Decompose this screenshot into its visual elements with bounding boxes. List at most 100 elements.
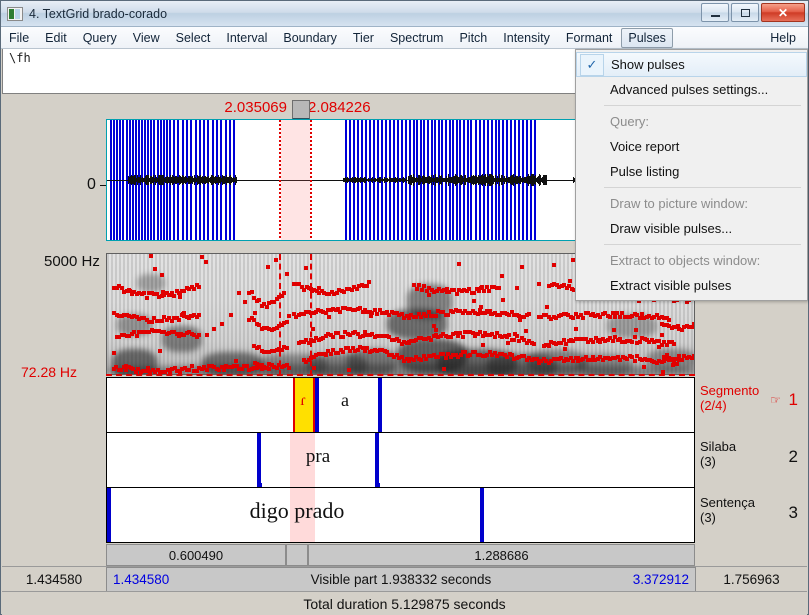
formant-dot — [375, 312, 379, 316]
formant-dot — [304, 266, 308, 270]
menu-select[interactable]: Select — [169, 28, 218, 48]
menu-view[interactable]: View — [126, 28, 167, 48]
formant-dot — [434, 314, 438, 318]
close-button[interactable]: ✕ — [761, 3, 805, 22]
tier-number-1[interactable]: 1 — [789, 390, 798, 410]
pointing-hand-icon: ☞ — [770, 393, 781, 407]
formant-dot — [182, 311, 186, 315]
tier-number-3[interactable]: 3 — [789, 503, 798, 523]
menu-pitch[interactable]: Pitch — [452, 28, 494, 48]
formant-dot — [178, 293, 182, 297]
tier-name-3-count: (3) — [700, 510, 716, 525]
pulse-line — [113, 120, 116, 240]
cursor-line-end — [310, 120, 312, 240]
tier-2-interval-label-1[interactable]: pra — [306, 446, 330, 468]
formant-dot — [287, 314, 291, 318]
menu-item-pulse-listing[interactable]: Pulse listing — [576, 159, 807, 184]
menu-formant[interactable]: Formant — [559, 28, 620, 48]
cursor-end-time[interactable]: 2.084226 — [308, 99, 371, 116]
tier-3-interval-label-1[interactable]: digo prado — [250, 498, 345, 524]
spectrogram-min-freq-label: 72.28 Hz — [21, 364, 78, 380]
tier-2-boundary-2[interactable] — [375, 433, 379, 487]
tier-1-boundary-2[interactable] — [378, 378, 382, 432]
tier-2-boundary-1[interactable] — [257, 433, 261, 487]
formant-dot — [457, 262, 461, 266]
duration-right[interactable]: 1.288686 — [308, 544, 695, 566]
formant-dot — [224, 364, 228, 368]
formant-dot — [124, 364, 128, 368]
formant-dot — [537, 282, 541, 286]
menu-item-query: Query: — [576, 109, 807, 134]
restore-button[interactable] — [731, 3, 759, 22]
minimize-button[interactable] — [701, 3, 729, 22]
menu-item-show-pulses[interactable]: ✓ Show pulses — [576, 52, 807, 77]
tier-1-interval-label-1[interactable]: ɾ — [300, 392, 305, 410]
formant-dot — [500, 274, 504, 278]
tier-1-interval-label-2[interactable]: a — [341, 390, 349, 411]
menu-item-advanced-pulses-settings[interactable]: Advanced pulses settings... — [576, 77, 807, 102]
menu-edit[interactable]: Edit — [38, 28, 74, 48]
tier-1-boundary-1[interactable] — [315, 378, 319, 432]
cursor-start-time[interactable]: 2.035069 — [224, 99, 287, 116]
formant-dot — [667, 318, 671, 322]
visible-part-cell[interactable]: 1.434580 Visible part 1.938332 seconds 3… — [106, 567, 696, 592]
formant-dot — [257, 298, 261, 302]
tier-number-2[interactable]: 2 — [789, 447, 798, 467]
formant-dot — [327, 315, 331, 319]
total-duration-bar[interactable]: Total duration 5.129875 seconds — [2, 591, 807, 615]
tier-name-1-label: Segmento — [700, 383, 760, 398]
formant-dot — [527, 312, 531, 316]
tier-3-boundary-2[interactable] — [480, 488, 484, 542]
formant-dot — [532, 342, 536, 346]
tier-row-2[interactable]: pra — [106, 432, 695, 488]
menu-pulses[interactable]: Pulses — [621, 27, 673, 48]
formant-dot — [576, 359, 580, 363]
formant-dot — [341, 350, 345, 354]
menu-intensity[interactable]: Intensity — [496, 28, 557, 48]
menu-file[interactable]: File — [2, 28, 36, 48]
formant-dot — [158, 349, 162, 353]
duration-selection[interactable] — [286, 544, 308, 566]
formant-dot — [634, 328, 638, 332]
menu-item-label: Advanced pulses settings... — [610, 82, 769, 97]
pulse-line — [122, 120, 125, 240]
formant-dot — [189, 314, 193, 318]
formant-dot — [205, 333, 209, 337]
tier-name-3[interactable]: Sentença (3) — [700, 495, 755, 525]
formant-dot — [415, 287, 419, 291]
duration-left[interactable]: 0.600490 — [106, 544, 286, 566]
time-before-window[interactable]: 1.434580 — [2, 567, 106, 592]
duration-bar: 0.600490 1.288686 — [106, 544, 695, 566]
formant-dot — [507, 333, 511, 337]
menu-item-voice-report[interactable]: Voice report — [576, 134, 807, 159]
formant-dot — [197, 313, 201, 317]
tier-name-2[interactable]: Silaba (3) — [700, 439, 736, 469]
menu-boundary[interactable]: Boundary — [276, 28, 344, 48]
menu-help[interactable]: Help — [763, 28, 803, 48]
tier-3-boundary-1[interactable] — [107, 488, 111, 542]
time-after-window[interactable]: 1.756963 — [696, 567, 807, 592]
formant-dot — [630, 340, 634, 344]
menu-tier[interactable]: Tier — [346, 28, 381, 48]
selection-width-box[interactable] — [292, 100, 310, 120]
menu-item-draw-to-picture-window: Draw to picture window: — [576, 191, 807, 216]
menu-item-draw-visible-pulses[interactable]: Draw visible pulses... — [576, 216, 807, 241]
formant-dot — [145, 296, 149, 300]
formant-dot — [220, 322, 224, 326]
tier-row-1[interactable]: ɾ a — [106, 377, 695, 433]
formant-dot — [633, 335, 637, 339]
formant-dot — [338, 310, 342, 314]
tier-area: ɾ a pra digo prado — [106, 377, 695, 543]
window-title: 4. TextGrid brado-corado — [29, 6, 168, 21]
tier-row-3[interactable]: digo prado — [106, 487, 695, 543]
menu-spectrum[interactable]: Spectrum — [383, 28, 451, 48]
checkmark-icon: ✓ — [580, 54, 604, 76]
title-bar: 4. TextGrid brado-corado ✕ — [1, 1, 808, 27]
tier-name-1[interactable]: Segmento (2/4) — [700, 383, 759, 413]
menu-query[interactable]: Query — [76, 28, 124, 48]
formant-dot — [657, 345, 661, 349]
window-controls: ✕ — [701, 3, 805, 22]
menu-interval[interactable]: Interval — [219, 28, 274, 48]
menu-item-extract-visible-pulses[interactable]: Extract visible pulses — [576, 273, 807, 298]
visible-part-label: Visible part 1.938332 seconds — [310, 572, 492, 587]
